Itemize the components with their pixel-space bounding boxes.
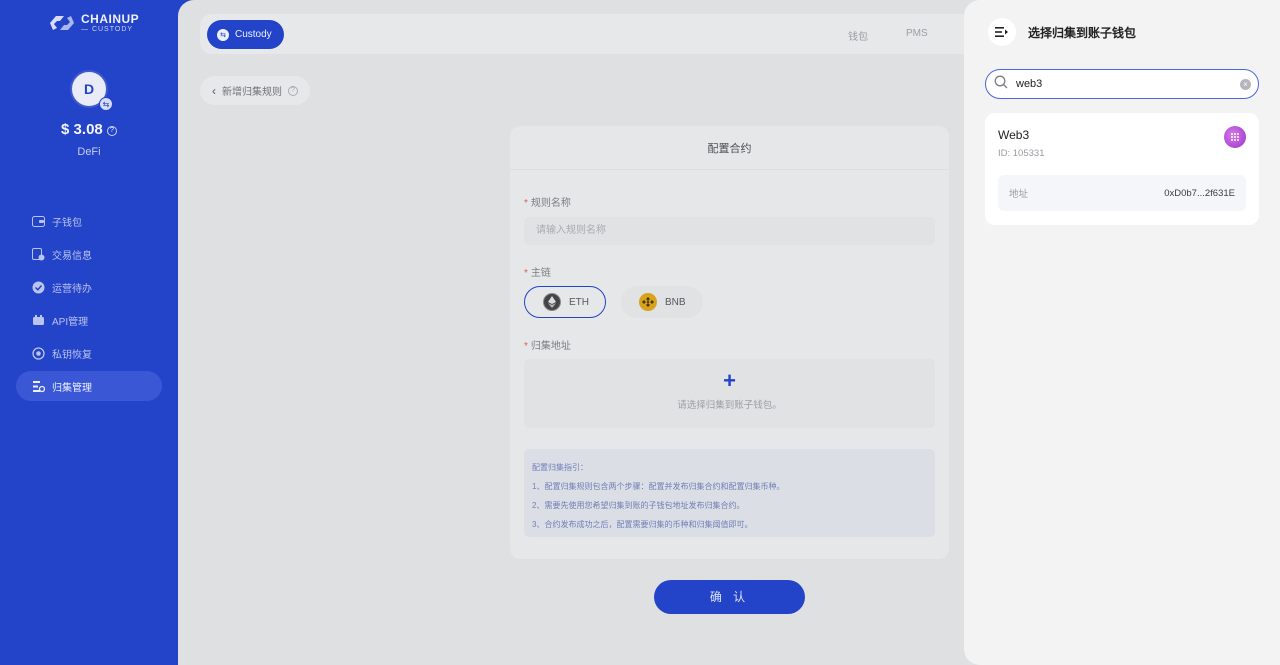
address-hint: 请选择归集到账子钱包。	[677, 400, 782, 411]
wallet-search[interactable]: ×	[985, 69, 1259, 99]
back-chevron-icon[interactable]: ‹	[212, 84, 216, 98]
guide-line: 2、需要先使用您希望归集到账的子钱包地址发布归集合约。	[532, 501, 745, 510]
guide-title: 配置归集指引：	[532, 463, 588, 472]
avatar[interactable]: D ⇆	[70, 70, 113, 111]
rule-name-label: * 规则名称	[524, 198, 571, 209]
address-key: 地址	[1009, 189, 1029, 200]
chainup-logo-icon	[50, 16, 74, 30]
wallet-id: ID: 105331	[998, 148, 1045, 159]
wallet-name: Web3	[998, 128, 1030, 142]
chain-label: * 主链	[524, 268, 551, 279]
chain-name: ETH	[569, 296, 589, 308]
address-value: 0xD0b7...2f631E	[1164, 187, 1235, 199]
transactions-icon	[32, 247, 45, 261]
account-name: DeFi	[77, 146, 101, 158]
balance-value: $ 3.08	[61, 121, 103, 138]
search-input[interactable]	[1016, 78, 1221, 90]
wallet-result-card[interactable]: Web3 ID: 105331 地址 0xD0b7...2f631E	[985, 113, 1259, 225]
guide-line: 3、合约发布成功之后，配置需要归集的币种和归集阈值即可。	[532, 520, 753, 529]
wallet-avatar-icon	[1224, 126, 1246, 148]
guide-line: 1、配置归集规则包含两个步骤：配置并发布归集合约和配置归集币种。	[532, 482, 785, 491]
sidebar-item-key-recovery[interactable]: 私钥恢复	[16, 338, 162, 368]
api-icon	[32, 314, 45, 327]
collapse-menu-icon[interactable]	[988, 18, 1016, 46]
sidebar-item-label: 私钥恢复	[52, 349, 92, 361]
help-icon[interactable]: ?	[106, 126, 117, 136]
breadcrumb[interactable]: ‹ 新增归集规则 ?	[200, 76, 310, 105]
balance: $ 3.08 ?	[0, 121, 178, 138]
topnav-wallet[interactable]: 钱包	[848, 28, 868, 43]
sidebar-item-sub-wallet[interactable]: 子钱包	[16, 206, 162, 236]
sidebar-item-transactions[interactable]: 交易信息	[16, 239, 162, 269]
custody-icon: ⇆	[217, 28, 229, 41]
key-recovery-icon	[32, 346, 45, 360]
chain-option-bnb[interactable]: BNB	[621, 286, 703, 318]
wallet-address-row: 地址 0xD0b7...2f631E	[998, 175, 1246, 211]
todo-check-icon	[32, 281, 45, 294]
confirm-button[interactable]: 确 认	[654, 580, 805, 614]
bnb-icon	[639, 293, 657, 311]
drawer-title: 选择归集到账子钱包	[1028, 25, 1137, 40]
card-title: 配置合约	[510, 126, 949, 170]
sidebar-item-label: 运营待办	[52, 283, 92, 295]
help-icon[interactable]: ?	[288, 85, 298, 96]
wallet-icon	[32, 215, 45, 228]
sidebar-item-label: 子钱包	[52, 217, 82, 229]
sidebar-item-collection[interactable]: 归集管理	[16, 371, 162, 401]
drawer-header: 选择归集到账子钱包	[988, 18, 1136, 46]
sidebar: CHAINUP — CUSTODY D ⇆ $ 3.08 ? DeFi 子钱包 …	[0, 0, 178, 665]
chain-name: BNB	[665, 296, 686, 308]
chain-option-eth[interactable]: ETH	[524, 286, 606, 318]
sidebar-item-api[interactable]: API管理	[16, 305, 162, 335]
breadcrumb-title: 新增归集规则	[222, 87, 282, 98]
search-icon	[994, 75, 1008, 94]
logo-line2: — CUSTODY	[81, 26, 134, 33]
logo[interactable]: CHAINUP — CUSTODY	[47, 12, 139, 34]
sidebar-item-label: 归集管理	[52, 382, 92, 394]
config-guide: 配置归集指引： 1、配置归集规则包含两个步骤：配置并发布归集合约和配置归集币种。…	[524, 449, 935, 537]
select-collection-wallet-box[interactable]: + 请选择归集到账子钱包。	[524, 359, 935, 428]
eth-icon	[543, 293, 561, 311]
select-wallet-drawer: 选择归集到账子钱包 × Web3 ID: 105331 地址 0xD0b7...…	[964, 0, 1280, 665]
sidebar-item-operations-todo[interactable]: 运营待办	[16, 272, 162, 302]
sidebar-nav: 子钱包 交易信息 运营待办 API管理 私钥恢复 归集管理	[16, 206, 162, 404]
sidebar-item-label: 交易信息	[52, 250, 92, 262]
sidebar-item-label: API管理	[52, 316, 89, 328]
topnav-pms[interactable]: PMS	[906, 28, 928, 39]
contract-config-card: 配置合约 * 规则名称 请输入规则名称 * 主链 ETH BNB * 归集地址 + 请…	[510, 126, 949, 559]
clear-icon[interactable]: ×	[1240, 79, 1251, 90]
collection-icon	[32, 380, 45, 393]
logo-line1: CHAINUP	[81, 12, 140, 26]
custody-label: Custody	[235, 29, 272, 40]
address-label: * 归集地址	[524, 341, 571, 352]
switch-account-icon[interactable]: ⇆	[99, 97, 113, 111]
custody-switch-button[interactable]: ⇆ Custody	[207, 20, 284, 49]
rule-name-input[interactable]: 请输入规则名称	[524, 217, 935, 245]
plus-icon: +	[723, 368, 736, 393]
